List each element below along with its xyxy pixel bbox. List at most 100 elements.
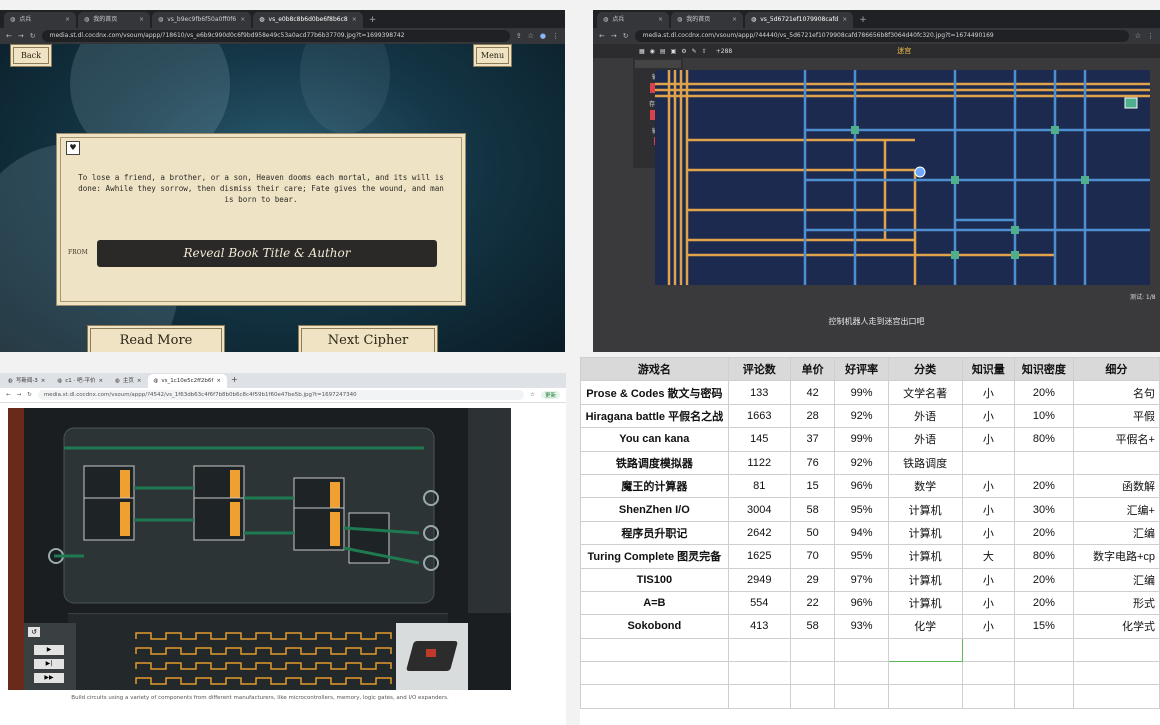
tab-2[interactable]: ◍ vs_5d6721ef1079908cafd ×	[745, 12, 854, 28]
table-cell[interactable]: 80%	[1014, 427, 1074, 452]
doc-icon[interactable]: ▤	[660, 48, 666, 55]
heart-icon[interactable]: ♥	[66, 141, 80, 155]
url-field[interactable]: media.st.dl.cocdnx.com/vsoum/appp/?44440…	[634, 30, 1129, 42]
empty-cell[interactable]	[789, 684, 836, 709]
game-name-cell[interactable]: Prose & Codes 散文与密码	[580, 380, 729, 405]
table-cell[interactable]: 76	[789, 450, 836, 475]
table-cell[interactable]: 37	[789, 427, 836, 452]
table-cell[interactable]: 70	[789, 544, 836, 569]
close-tab-icon[interactable]: ×	[842, 12, 847, 28]
table-cell[interactable]: 133	[727, 380, 791, 405]
empty-cell[interactable]	[727, 661, 791, 686]
table-cell[interactable]: 平假	[1072, 403, 1160, 429]
table-cell[interactable]: 数字电路+cp	[1072, 544, 1160, 569]
junction-node[interactable]	[951, 251, 959, 259]
table-cell[interactable]: 81	[727, 473, 791, 499]
game-name-cell[interactable]: You can kana	[580, 427, 729, 452]
tab-2[interactable]: ◍ vs_b9ec9fb6f50a0ff0f6 ×	[152, 12, 252, 28]
reload-icon[interactable]: ↻	[623, 32, 629, 40]
table-cell[interactable]: 97%	[834, 567, 889, 592]
tab-0[interactable]: ◍ 点兵 ×	[4, 12, 76, 28]
table-cell[interactable]: 22	[789, 590, 836, 616]
junction-node[interactable]	[951, 176, 959, 184]
game-name-cell[interactable]: Sokobond	[580, 614, 729, 639]
table-cell[interactable]: 数学	[887, 473, 963, 499]
empty-cell[interactable]	[834, 661, 889, 686]
column-header[interactable]: 好评率	[834, 357, 889, 382]
game-name-cell[interactable]: TIS100	[580, 567, 729, 592]
table-cell[interactable]: 30%	[1014, 497, 1074, 522]
maze-board[interactable]	[655, 70, 1150, 285]
table-cell[interactable]: 小	[961, 427, 1016, 452]
step-button[interactable]: ▶|	[34, 659, 64, 669]
tab-1[interactable]: ◍ 我的首页 ×	[671, 12, 743, 28]
table-cell[interactable]	[1072, 450, 1160, 475]
empty-cell[interactable]	[887, 684, 963, 709]
table-cell[interactable]: 80%	[1014, 544, 1074, 569]
save-icon[interactable]: ▣	[671, 48, 677, 55]
empty-cell[interactable]	[580, 661, 729, 686]
share-icon[interactable]: ⇪	[516, 32, 522, 40]
table-cell[interactable]: 413	[727, 614, 791, 639]
table-cell[interactable]: 42	[789, 380, 836, 405]
empty-cell[interactable]	[727, 684, 791, 709]
profile-icon[interactable]: ●	[540, 32, 546, 40]
empty-cell[interactable]	[580, 684, 729, 709]
table-cell[interactable]: 文学名著	[887, 380, 963, 405]
palette-dropdown[interactable]	[635, 60, 681, 68]
table-cell[interactable]: 20%	[1014, 380, 1074, 405]
update-button[interactable]: 更新	[540, 391, 560, 399]
close-tab-icon[interactable]: ×	[732, 12, 737, 28]
settings-icon[interactable]: ⚙	[681, 48, 686, 55]
empty-cell[interactable]	[1072, 684, 1160, 709]
table-cell[interactable]: 外语	[887, 427, 963, 452]
table-cell[interactable]: 1663	[727, 403, 791, 429]
tab-3[interactable]: ◍ vs_e0b8c8b6d0be6f8b6c8 ×	[253, 12, 363, 28]
table-cell[interactable]: 20%	[1014, 567, 1074, 592]
junction-node[interactable]	[1081, 176, 1089, 184]
url-field[interactable]: media.st.dl.cocdnx.com/vsoum/appp/?4542/…	[37, 390, 525, 400]
next-cipher-button[interactable]: Next Cipher	[298, 325, 438, 352]
table-cell[interactable]: 10%	[1014, 403, 1074, 429]
table-cell[interactable]: 20%	[1014, 473, 1074, 499]
table-cell[interactable]: 145	[727, 427, 791, 452]
kebab-menu-icon[interactable]: ⋮	[552, 32, 559, 40]
empty-cell[interactable]	[834, 684, 889, 709]
tab-1[interactable]: ◍ 我的首页 ×	[78, 12, 150, 28]
table-cell[interactable]: 3004	[727, 497, 791, 522]
table-cell[interactable]: 平假名+	[1072, 427, 1160, 452]
forward-arrow-icon[interactable]: →	[611, 32, 617, 40]
close-tab-icon[interactable]: ×	[41, 374, 46, 388]
new-tab-icon[interactable]: +	[227, 372, 242, 388]
close-tab-icon[interactable]: ×	[352, 12, 357, 28]
column-header[interactable]: 评论数	[727, 357, 791, 382]
close-tab-icon[interactable]: ×	[98, 374, 103, 388]
junction-node[interactable]	[851, 126, 859, 134]
close-tab-icon[interactable]: ×	[137, 374, 142, 388]
table-cell[interactable]: 外语	[887, 403, 963, 429]
table-cell[interactable]: 58	[789, 497, 836, 522]
empty-cell[interactable]	[789, 661, 836, 686]
table-cell[interactable]: 95%	[834, 544, 889, 569]
tab-1[interactable]: ◍ c1 · 吧-平价 ×	[51, 374, 110, 388]
game-name-cell[interactable]: A=B	[580, 590, 729, 616]
kebab-menu-icon[interactable]: ⋮	[1147, 32, 1154, 40]
star-icon[interactable]: ☆	[530, 392, 535, 398]
table-cell[interactable]: 93%	[834, 614, 889, 639]
close-tab-icon[interactable]: ×	[658, 12, 663, 28]
star-icon[interactable]: ☆	[528, 32, 534, 40]
table-cell[interactable]: 汇编	[1072, 520, 1160, 546]
fast-button[interactable]: ▶▶	[34, 673, 64, 683]
table-cell[interactable]: 1625	[727, 544, 791, 569]
table-cell[interactable]: 99%	[834, 380, 889, 405]
table-cell[interactable]: 小	[961, 590, 1016, 616]
tab-2[interactable]: ◍ 主页 ×	[109, 374, 148, 388]
reveal-book-button[interactable]: Reveal Book Title & Author	[97, 240, 437, 267]
reload-icon[interactable]: ↻	[27, 392, 32, 398]
table-cell[interactable]: 92%	[834, 450, 889, 475]
table-cell[interactable]: 计算机	[887, 590, 963, 616]
table-cell[interactable]: 96%	[834, 473, 889, 499]
table-cell[interactable]: 计算机	[887, 520, 963, 546]
game-name-cell[interactable]: Turing Complete 图灵完备	[580, 544, 729, 569]
table-cell[interactable]: 554	[727, 590, 791, 616]
